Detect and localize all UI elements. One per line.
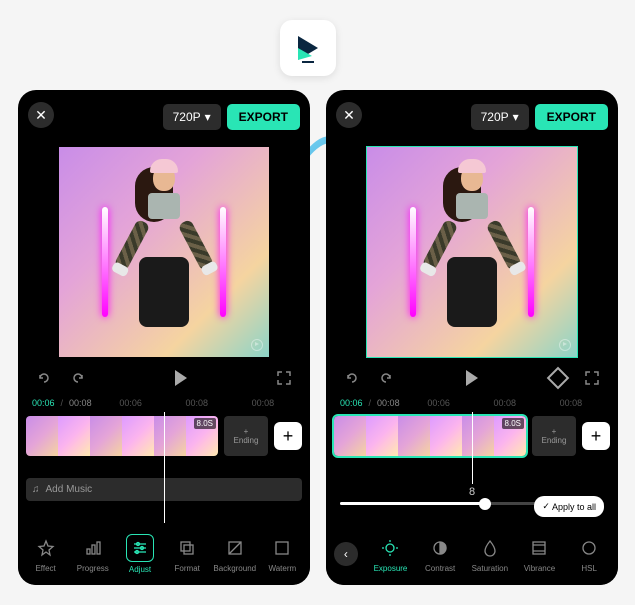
close-button[interactable]: ✕ [28,102,54,128]
close-button[interactable]: ✕ [336,102,362,128]
ending-button[interactable]: +Ending [224,416,268,456]
app-logo [280,20,336,76]
tool-progress[interactable]: Progress [72,535,114,573]
video-clip[interactable]: 8.0S [334,416,526,456]
fullscreen-button[interactable] [272,366,296,390]
tool-format[interactable]: Format [166,535,208,573]
ending-button[interactable]: +Ending [532,416,576,456]
phone-right: ✕ 720P▾ EXPORT 00:06/00:08 00:0600:0800:… [326,90,618,585]
timeline[interactable]: 8.0S +Ending + [334,416,610,472]
export-button[interactable]: EXPORT [227,104,300,130]
resolution-selector[interactable]: 720P▾ [471,104,529,130]
tool-hsl[interactable]: HSL [568,535,610,573]
undo-button[interactable] [340,366,364,390]
filmora-logo-icon [292,32,324,64]
tool-saturation[interactable]: Saturation [469,535,511,573]
fullscreen-button[interactable] [580,366,604,390]
chevron-down-icon: ▾ [205,110,211,124]
current-time: 00:06 [340,398,363,408]
tool-contrast[interactable]: Contrast [419,535,461,573]
video-preview[interactable] [59,147,269,357]
video-preview[interactable] [367,147,577,357]
chevron-down-icon: ▾ [513,110,519,124]
add-clip-button[interactable]: + [274,422,302,450]
playhead[interactable] [472,412,473,484]
redo-button[interactable] [374,366,398,390]
timeline[interactable]: 8.0S +Ending + [26,416,302,472]
music-icon: ♫ [32,484,40,495]
watermark [559,339,571,351]
watermark [251,339,263,351]
bottom-toolbar: Effect Progress Adjust Format Background… [18,523,310,585]
tool-exposure[interactable]: Exposure [369,535,411,573]
tool-effect[interactable]: Effect [25,535,67,573]
play-button[interactable] [460,366,484,390]
add-clip-button[interactable]: + [582,422,610,450]
clip-duration: 8.0S [194,418,216,429]
redo-button[interactable] [66,366,90,390]
back-button[interactable]: ‹ [334,542,358,566]
play-button[interactable] [169,366,193,390]
phone-left: ✕ 720P▾ EXPORT 00:06/00:08 00:0600:0800:… [18,90,310,585]
total-time: 00:08 [69,398,92,408]
resolution-selector[interactable]: 720P▾ [163,104,221,130]
check-icon: ✓ [542,501,550,512]
total-time: 00:08 [377,398,400,408]
apply-to-all-button[interactable]: ✓Apply to all [534,496,604,517]
tool-vibrance[interactable]: Vibrance [518,535,560,573]
keyframe-button[interactable] [546,366,570,390]
video-clip[interactable]: 8.0S [26,416,218,456]
export-button[interactable]: EXPORT [535,104,608,130]
tool-watermark[interactable]: Waterm [261,535,303,573]
clip-duration: 8.0S [502,418,524,429]
tool-background[interactable]: Background [213,535,256,573]
undo-button[interactable] [32,366,56,390]
tool-adjust[interactable]: Adjust [119,534,161,574]
adjust-toolbar: ‹ Exposure Contrast Saturation Vibrance … [326,523,618,585]
current-time: 00:06 [32,398,55,408]
slider-value: 8 [469,486,475,498]
